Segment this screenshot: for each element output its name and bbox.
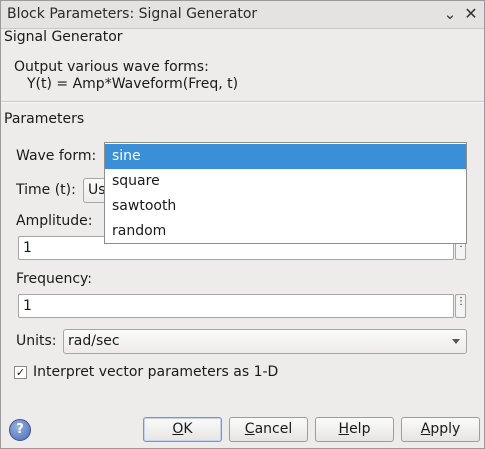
block-description: Output various wave forms: Y(t) = Amp*Wa… <box>14 59 238 93</box>
help-icon[interactable]: ? <box>9 419 31 441</box>
frequency-label: Frequency: <box>16 271 93 287</box>
parameters-heading: Parameters <box>4 111 85 127</box>
minimize-icon[interactable]: ⌄ <box>441 4 459 24</box>
description-line-1: Output various wave forms: <box>14 59 209 75</box>
apply-button[interactable]: Apply <box>401 417 480 442</box>
cancel-label: ancel <box>254 421 293 437</box>
block-parameters-dialog: Block Parameters: Signal Generator ⌄ ✕ S… <box>0 0 485 449</box>
ok-button[interactable]: OK <box>143 417 222 442</box>
help-button[interactable]: Help <box>315 417 394 442</box>
interpret-vector-label[interactable]: Interpret vector parameters as 1-D <box>33 364 278 380</box>
close-icon[interactable]: ✕ <box>462 4 480 24</box>
chevron-down-icon <box>452 339 460 344</box>
time-select-value: Us <box>88 182 106 198</box>
time-label: Time (t): <box>16 182 76 198</box>
wave-form-label: Wave form: <box>16 148 97 164</box>
units-select-value: rad/sec <box>68 333 120 349</box>
cancel-button[interactable]: Cancel <box>229 417 308 442</box>
block-name-heading: Signal Generator <box>4 29 123 45</box>
help-mnemonic: H <box>338 421 350 437</box>
title-bar[interactable]: Block Parameters: Signal Generator ⌄ ✕ <box>1 1 484 29</box>
wave-form-option-random[interactable]: random <box>105 219 466 244</box>
description-line-2: Y(t) = Amp*Waveform(Freq, t) <box>27 76 239 92</box>
amplitude-label: Amplitude: <box>16 213 93 229</box>
wave-form-option-square[interactable]: square <box>105 169 466 194</box>
frequency-value: 1 <box>23 298 32 314</box>
window-title: Block Parameters: Signal Generator <box>7 6 258 22</box>
ok-mnemonic: O <box>172 421 184 437</box>
apply-label: pply <box>430 421 461 437</box>
ok-label: K <box>183 421 193 437</box>
frequency-field[interactable]: 1 <box>18 294 454 318</box>
frequency-more-icon[interactable]: ⋮ <box>455 294 466 318</box>
amplitude-value: 1 <box>23 240 32 256</box>
apply-mnemonic: A <box>420 421 431 437</box>
interpret-vector-checkbox[interactable]: ✓ <box>14 366 27 379</box>
help-label: elp <box>349 421 371 437</box>
units-label: Units: <box>16 333 57 349</box>
wave-form-option-sawtooth[interactable]: sawtooth <box>105 194 466 219</box>
wave-form-dropdown[interactable]: sine square sawtooth random <box>104 142 467 244</box>
units-select[interactable]: rad/sec <box>63 329 467 354</box>
cancel-mnemonic: C <box>244 421 255 437</box>
wave-form-option-sine[interactable]: sine <box>105 144 466 169</box>
divider-highlight <box>1 102 484 103</box>
